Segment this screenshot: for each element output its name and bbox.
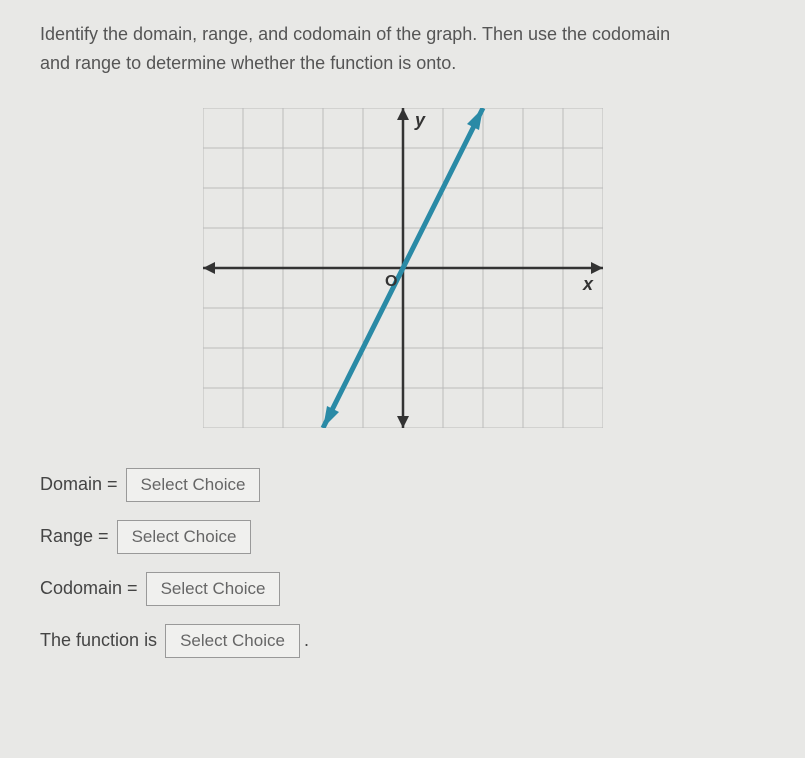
question-text: Identify the domain, range, and codomain… [40,20,765,78]
domain-row: Domain = Select Choice [40,468,765,502]
range-label: Range = [40,526,109,547]
function-select[interactable]: Select Choice [165,624,300,658]
codomain-label: Codomain = [40,578,138,599]
graph-svg: y x O [203,108,603,428]
range-row: Range = Select Choice [40,520,765,554]
function-row: The function is Select Choice . [40,624,765,658]
question-line2: and range to determine whether the funct… [40,53,456,73]
y-axis-label: y [414,110,426,130]
graph-container: y x O [40,108,765,428]
period: . [304,630,309,651]
origin-label: O [385,273,397,290]
x-axis-label: x [582,274,594,294]
function-label: The function is [40,630,157,651]
codomain-row: Codomain = Select Choice [40,572,765,606]
domain-select[interactable]: Select Choice [126,468,261,502]
graph: y x O [203,108,603,428]
domain-label: Domain = [40,474,118,495]
question-line1: Identify the domain, range, and codomain… [40,24,670,44]
range-select[interactable]: Select Choice [117,520,252,554]
codomain-select[interactable]: Select Choice [146,572,281,606]
